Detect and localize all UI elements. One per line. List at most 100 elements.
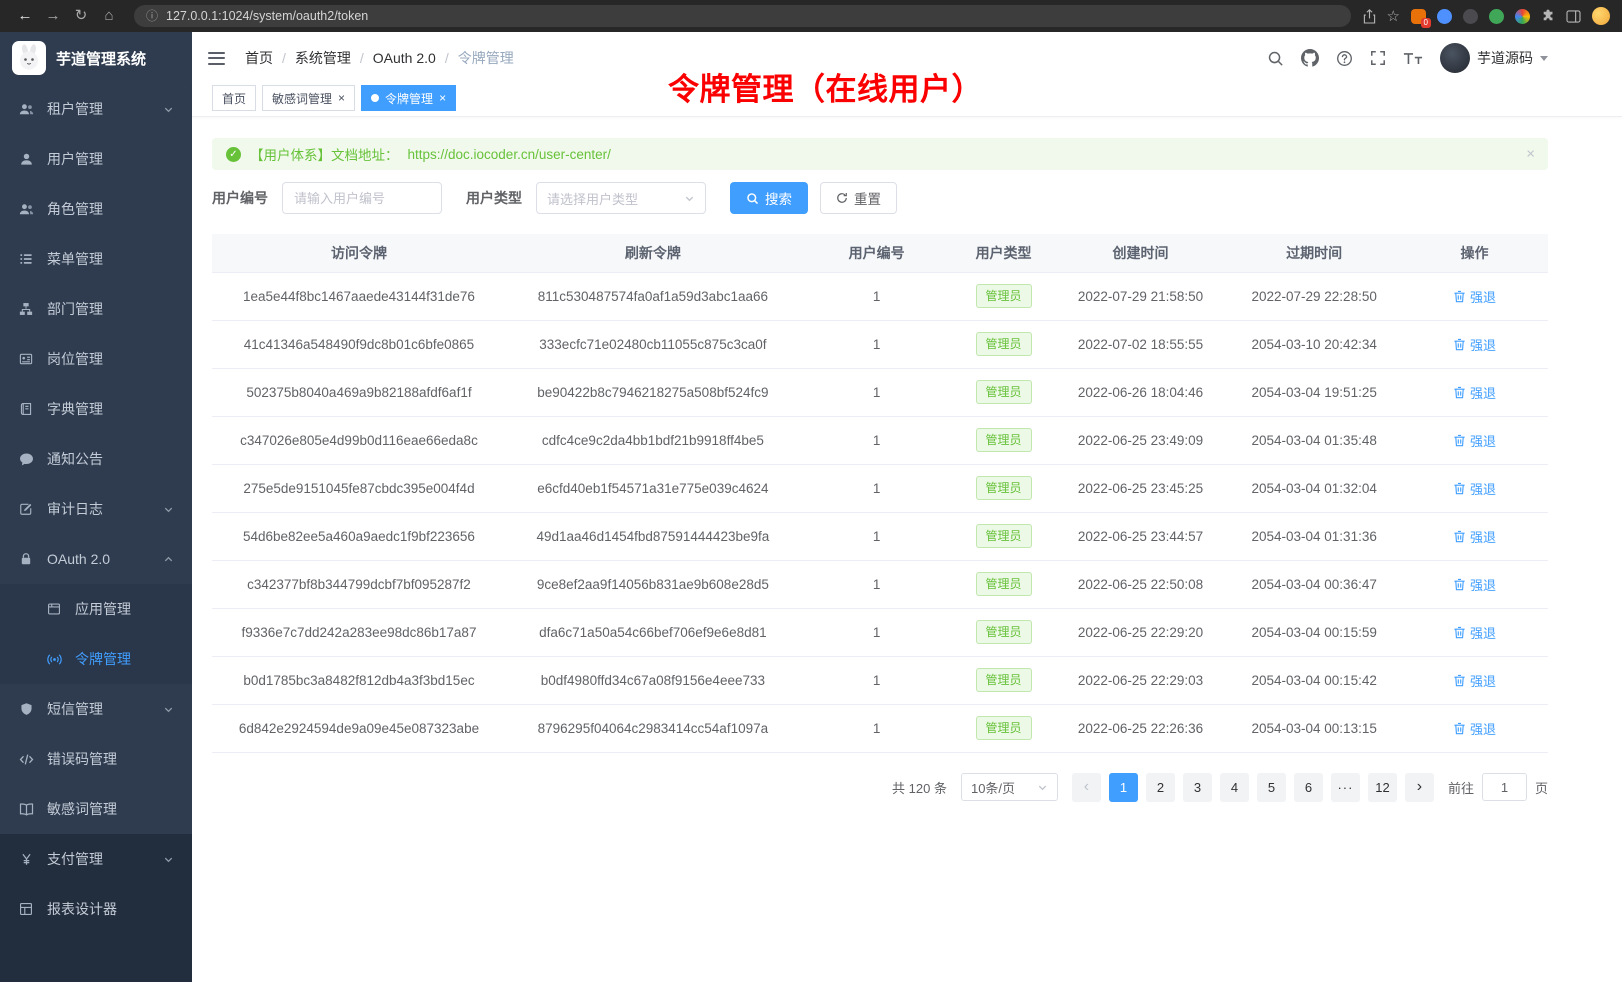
- share-icon[interactable]: [1363, 9, 1376, 24]
- breadcrumb-item[interactable]: OAuth 2.0: [373, 50, 436, 66]
- forward-icon[interactable]: →: [40, 0, 66, 32]
- force-logout-button[interactable]: 强退: [1453, 623, 1496, 642]
- sidebar-item-oauth2-token[interactable]: 令牌管理: [0, 634, 192, 684]
- user-id-cell: 1: [800, 560, 954, 608]
- sidebar-item-audit-log[interactable]: 审计日志: [0, 484, 192, 534]
- tab-token[interactable]: 令牌管理×: [361, 85, 456, 111]
- close-icon[interactable]: ×: [1526, 147, 1535, 162]
- goto-page-input[interactable]: [1482, 773, 1527, 801]
- token-table: 访问令牌刷新令牌用户编号用户类型创建时间过期时间操作 1ea5e44f8bc14…: [212, 234, 1548, 753]
- font-size-icon[interactable]: [1403, 51, 1423, 66]
- sidebar: 芋道管理系统 租户管理用户管理角色管理菜单管理部门管理岗位管理字典管理通知公告审…: [0, 32, 192, 982]
- bookmark-star-icon[interactable]: ☆: [1387, 7, 1400, 25]
- org-tree-icon: [18, 302, 34, 316]
- column-header: 创建时间: [1054, 234, 1228, 272]
- page-button-3[interactable]: 3: [1183, 773, 1212, 802]
- reset-button[interactable]: 重置: [820, 182, 897, 214]
- user-menu[interactable]: 芋道源码: [1440, 43, 1548, 73]
- force-logout-button[interactable]: 强退: [1453, 287, 1496, 306]
- force-logout-button[interactable]: 强退: [1453, 383, 1496, 402]
- topbar-actions: 芋道源码: [1267, 43, 1548, 73]
- breadcrumb-item[interactable]: 系统管理: [295, 48, 351, 68]
- chevron-down-icon: [163, 704, 174, 715]
- url-bar[interactable]: ⓘ 127.0.0.1:1024/system/oauth2/token: [134, 5, 1351, 27]
- extension-icon-dark[interactable]: [1463, 9, 1478, 24]
- sidebar-item-notice[interactable]: 通知公告: [0, 434, 192, 484]
- sidebar-item-sensitive-word[interactable]: 敏感词管理: [0, 784, 192, 834]
- refresh-token-cell: 9ce8ef2aa9f14056b831ae9b608e28d5: [506, 560, 800, 608]
- force-logout-button[interactable]: 强退: [1453, 671, 1496, 690]
- force-logout-button[interactable]: 强退: [1453, 575, 1496, 594]
- force-logout-button[interactable]: 强退: [1453, 431, 1496, 450]
- search-button[interactable]: 搜索: [730, 182, 808, 214]
- page-button-12[interactable]: 12: [1368, 773, 1397, 802]
- page-button-4[interactable]: 4: [1220, 773, 1249, 802]
- tab-sensitive-word[interactable]: 敏感词管理 ×: [262, 85, 355, 111]
- extension-icon-multicolor[interactable]: [1515, 9, 1530, 24]
- user-id-cell: 1: [800, 656, 954, 704]
- help-icon[interactable]: [1336, 50, 1353, 67]
- sidebar-item-menu[interactable]: 菜单管理: [0, 234, 192, 284]
- refresh-icon[interactable]: ↻: [68, 0, 94, 32]
- search-icon[interactable]: [1267, 50, 1284, 67]
- sidebar-item-oauth2-app[interactable]: 应用管理: [0, 584, 192, 634]
- prev-page-button[interactable]: ‹: [1072, 773, 1101, 802]
- page-button-6[interactable]: 6: [1294, 773, 1323, 802]
- username: 芋道源码: [1477, 48, 1533, 68]
- extension-icon-green[interactable]: [1489, 9, 1504, 24]
- user-id-input[interactable]: [282, 182, 442, 214]
- info-icon[interactable]: ⓘ: [146, 10, 158, 22]
- close-icon[interactable]: ×: [338, 92, 345, 104]
- breadcrumb-item[interactable]: 首页: [245, 48, 273, 68]
- sidebar-item-label: OAuth 2.0: [47, 551, 150, 567]
- trash-icon: [1453, 290, 1466, 303]
- sidebar-item-tenant[interactable]: 租户管理: [0, 84, 192, 134]
- trash-icon: [1453, 578, 1466, 591]
- browser-profile-avatar[interactable]: [1592, 7, 1610, 25]
- force-logout-button[interactable]: 强退: [1453, 479, 1496, 498]
- extension-icon-orange[interactable]: 0: [1411, 9, 1426, 24]
- fullscreen-icon[interactable]: [1370, 50, 1386, 66]
- sidebar-item-label: 租户管理: [47, 99, 150, 119]
- side-panel-icon[interactable]: [1566, 10, 1581, 23]
- page-buttons: ‹123456···12›: [1072, 773, 1434, 802]
- sidebar-item-role[interactable]: 角色管理: [0, 184, 192, 234]
- page-size-select[interactable]: 10条/页: [961, 773, 1058, 801]
- extension-icon-blue[interactable]: [1437, 9, 1452, 24]
- sidebar-item-error-code[interactable]: 错误码管理: [0, 734, 192, 784]
- next-page-button[interactable]: ›: [1405, 773, 1434, 802]
- sidebar-item-pay[interactable]: 支付管理: [0, 834, 192, 884]
- force-logout-button[interactable]: 强退: [1453, 527, 1496, 546]
- user-type-cell: 管理员: [953, 368, 1053, 416]
- sidebar-item-sms[interactable]: 短信管理: [0, 684, 192, 734]
- sidebar-item-post[interactable]: 岗位管理: [0, 334, 192, 384]
- collapse-menu-icon[interactable]: [208, 52, 225, 65]
- sidebar-item-report[interactable]: 报表设计器: [0, 884, 192, 934]
- create-time-cell: 2022-07-02 18:55:55: [1054, 320, 1228, 368]
- sidebar-item-dict[interactable]: 字典管理: [0, 384, 192, 434]
- more-pages-button[interactable]: ···: [1331, 773, 1360, 802]
- force-logout-button[interactable]: 强退: [1453, 719, 1496, 738]
- back-icon[interactable]: ←: [12, 0, 38, 32]
- sidebar-item-dept[interactable]: 部门管理: [0, 284, 192, 334]
- user-id-cell: 1: [800, 368, 954, 416]
- force-logout-button[interactable]: 强退: [1453, 335, 1496, 354]
- home-icon[interactable]: ⌂: [96, 0, 122, 32]
- breadcrumb: 首页/系统管理/OAuth 2.0/令牌管理: [245, 48, 514, 68]
- app-logo[interactable]: 芋道管理系统: [0, 32, 192, 84]
- puzzle-icon[interactable]: [1541, 9, 1555, 23]
- user-type-select[interactable]: 请选择用户类型: [536, 182, 706, 214]
- sidebar-item-oauth2[interactable]: OAuth 2.0: [0, 534, 192, 584]
- page-button-1[interactable]: 1: [1109, 773, 1138, 802]
- doc-link[interactable]: https://doc.iocoder.cn/user-center/: [408, 147, 611, 162]
- page-button-5[interactable]: 5: [1257, 773, 1286, 802]
- github-icon[interactable]: [1301, 49, 1319, 67]
- close-icon[interactable]: ×: [439, 92, 446, 104]
- tab-home[interactable]: 首页: [212, 85, 256, 111]
- trash-icon: [1453, 386, 1466, 399]
- tab-label: 敏感词管理: [272, 90, 332, 107]
- sidebar-menu: 租户管理用户管理角色管理菜单管理部门管理岗位管理字典管理通知公告审计日志 OAut…: [0, 84, 192, 982]
- page-button-2[interactable]: 2: [1146, 773, 1175, 802]
- sidebar-item-user[interactable]: 用户管理: [0, 134, 192, 184]
- user-type-cell: 管理员: [953, 272, 1053, 320]
